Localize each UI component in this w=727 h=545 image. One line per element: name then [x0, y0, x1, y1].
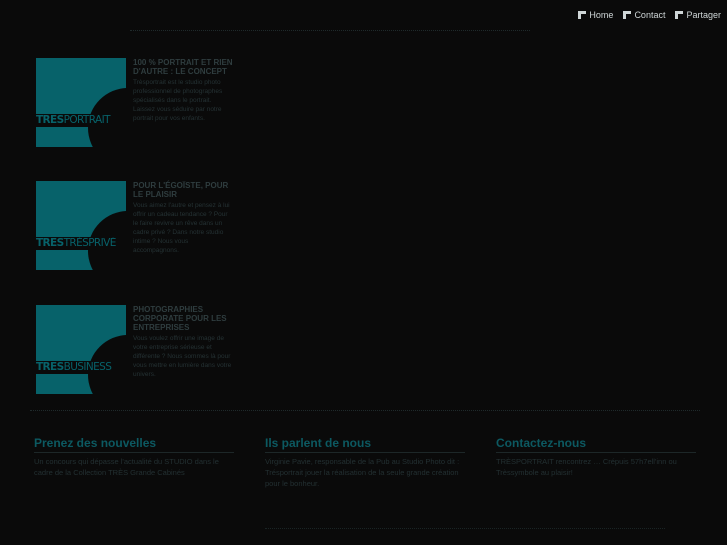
- contact-heading[interactable]: Contactez-nous: [496, 436, 696, 453]
- contact-column: Contactez-nous TRÈSPORTRAIT rencontrez ……: [496, 436, 696, 478]
- logo-wordmark: TRESTRÈSPRIVÉ: [36, 237, 126, 250]
- footer-divider: [265, 528, 665, 529]
- nav-home-link[interactable]: Home: [578, 10, 613, 20]
- nav-contact-label: Contact: [634, 10, 666, 20]
- contact-text: TRÈSPORTRAIT rencontrez … Crépuis 57h7el…: [496, 457, 677, 477]
- tresbusiness-logo[interactable]: TRESBUSINESS: [36, 305, 126, 394]
- press-heading[interactable]: Ils parlent de nous: [265, 436, 465, 453]
- press-column: Ils parlent de nous Virginie Pavie, resp…: [265, 436, 465, 489]
- nav-share-label: Partager: [686, 10, 721, 20]
- top-divider: [130, 30, 530, 31]
- product-title[interactable]: Pour l'égoïste, pour le plaisir: [133, 181, 233, 199]
- logo-wordmark: TRESPORTRAIT: [36, 114, 126, 127]
- logo-wordmark: TRESBUSINESS: [36, 361, 126, 374]
- bottom-divider: [30, 410, 700, 411]
- news-column: Prenez des nouvelles Un concours qui dép…: [34, 436, 234, 478]
- logo-word-tres: TRES: [36, 114, 64, 126]
- nav-share-link[interactable]: Partager: [675, 10, 721, 20]
- top-nav: Home Contact Partager: [578, 10, 721, 20]
- logo-word-business: BUSINESS: [63, 361, 112, 373]
- nav-contact-link[interactable]: Contact: [623, 10, 665, 20]
- nav-home-label: Home: [589, 10, 614, 20]
- logo-word-tresprive: TRÈSPRIVÉ: [63, 237, 117, 249]
- news-text: Un concours qui dépasse l'actualité du S…: [34, 457, 219, 477]
- corner-icon: [623, 11, 632, 19]
- logo-word-tres: TRES: [36, 237, 64, 249]
- product-title[interactable]: Photographies corporate pour les entrepr…: [133, 305, 233, 332]
- logo-word-portrait: PORTRAIT: [63, 114, 111, 126]
- press-text: Virginie Pavie, responsable de la Pub au…: [265, 457, 460, 488]
- tresportrait-logo[interactable]: TRESPORTRAIT: [36, 58, 126, 147]
- product-description: Vous voulez offrir une image de votre en…: [133, 335, 232, 378]
- product-text: Pour l'égoïste, pour le plaisir Vous aim…: [133, 181, 233, 255]
- corner-icon: [675, 11, 684, 19]
- news-heading[interactable]: Prenez des nouvelles: [34, 436, 234, 453]
- product-text: Photographies corporate pour les entrepr…: [133, 305, 233, 379]
- product-business: TRESBUSINESS Photographies corporate pou…: [36, 305, 236, 395]
- product-prive: TRESTRÈSPRIVÉ Pour l'égoïste, pour le pl…: [36, 181, 236, 271]
- product-description: Trèsportrait est le studio photo profess…: [133, 79, 223, 122]
- corner-icon: [578, 11, 587, 19]
- product-description: Vous aimez l'autre et pensez à lui offri…: [133, 202, 230, 254]
- trestresprive-logo[interactable]: TRESTRÈSPRIVÉ: [36, 181, 126, 270]
- product-title[interactable]: 100 % portrait et rien d'autre : le conc…: [133, 58, 233, 76]
- product-portrait: TRESPORTRAIT 100 % portrait et rien d'au…: [36, 58, 236, 148]
- product-text: 100 % portrait et rien d'autre : le conc…: [133, 58, 233, 123]
- logo-word-tres: TRES: [36, 361, 64, 373]
